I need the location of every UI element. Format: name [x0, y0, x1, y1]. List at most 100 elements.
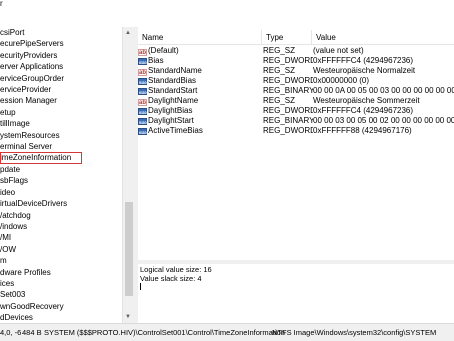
value-data-cell: 00 00 0A 00 05 00 03 00 00 00 00 00 00 0… [313, 86, 454, 95]
value-data-cell: 0x00000000 (0) [313, 76, 370, 85]
value-name-cell: 0110 StandardBias [138, 76, 262, 86]
status-hive-file: NTFS Image\Windows\system32\config\SYSTE… [272, 328, 437, 337]
list-rows: ab (Default) REG_SZ (value not set) 0110 Bias… [138, 46, 454, 136]
value-name-text: DaylightStart [148, 116, 194, 125]
value-type-cell: REG_SZ [263, 66, 296, 75]
scrollbar-thumb[interactable] [125, 202, 133, 296]
status-key-path: SYSTEM ($$$PROTO.HIV)\ControlSet001\Cont… [44, 328, 285, 337]
value-detail-pane[interactable]: Logical value size: 16 Value slack size:… [138, 264, 454, 323]
status-size: 484 B [22, 328, 42, 337]
string-value-icon: ab [138, 69, 147, 76]
value-data-cell: Westeuropäische Sommerzeit [313, 96, 420, 105]
tree-item[interactable]: ession Manager [0, 95, 122, 106]
value-data-cell: (value not set) [313, 46, 364, 55]
value-row[interactable]: 0110 DaylightBias REG_DWORD 0xFFFFFFC4 (429… [138, 106, 454, 116]
binary-value-icon: 0110 [138, 58, 147, 65]
tree-item[interactable]: ideo [0, 187, 122, 198]
value-data-cell: Westeuropäische Normalzeit [313, 66, 416, 75]
column-header-name[interactable]: Name [138, 30, 262, 45]
tree-item[interactable]: pdate [0, 164, 122, 175]
registry-key-tree[interactable]: csiPort ecurePipeServers ecurityProviders e… [0, 27, 122, 323]
value-name-text: Bias [148, 56, 164, 65]
scroll-up-icon[interactable]: ▲ [125, 30, 131, 36]
tree-item[interactable]: /MI [0, 232, 122, 243]
tree-item[interactable]: etup [0, 107, 122, 118]
value-type-cell: REG_SZ [263, 96, 296, 105]
tree-item[interactable]: m [0, 255, 122, 266]
value-name-text: (Default) [148, 46, 179, 55]
binary-value-icon: 0110 [138, 128, 147, 135]
value-name-cell: 0110 DaylightBias [138, 106, 262, 116]
tree-item[interactable]: wnGoodRecovery [0, 301, 122, 312]
value-row[interactable]: 0110 StandardStart REG_BINARY 00 00 0A 00 0… [138, 86, 454, 96]
tree-item[interactable]: ices [0, 278, 122, 289]
value-type-cell: REG_BINARY [263, 86, 313, 95]
value-name-text: StandardName [148, 66, 202, 75]
scroll-down-icon[interactable]: ▼ [125, 314, 131, 320]
tree-item[interactable]: ecurePipeServers [0, 38, 122, 49]
value-data-cell: 00 00 03 00 05 00 02 00 00 00 00 00 00 0… [313, 116, 454, 125]
tree-item[interactable]: tillImage [0, 118, 122, 129]
value-name-cell: ab (Default) [138, 46, 262, 56]
tree-item[interactable]: imeZoneInformation [0, 152, 82, 164]
value-row[interactable]: 0110 StandardBias REG_DWORD 0x00000000 (0) [138, 76, 454, 86]
value-name-text: ActiveTimeBias [148, 126, 203, 135]
value-type-cell: REG_DWORD [263, 56, 313, 65]
tree-item[interactable]: erver Applications [0, 61, 122, 72]
slack-size-text: Value slack size: 4 [140, 273, 202, 283]
tree-item[interactable]: ecurityProviders [0, 50, 122, 61]
value-type-cell: REG_DWORD [263, 126, 313, 135]
tree-item[interactable]: ystemResources [0, 130, 122, 141]
tree-scrollbar[interactable]: ▲ ▼ [122, 27, 134, 323]
binary-value-icon: 0110 [138, 88, 147, 95]
value-name-cell: 0110 Bias [138, 56, 262, 66]
tree-item[interactable]: Set003 [0, 289, 122, 300]
window-titlebar: r [0, 0, 454, 12]
value-row[interactable]: 0110 Bias REG_DWORD 0xFFFFFFC4 (4294967236) [138, 56, 454, 66]
value-row[interactable]: ab (Default) REG_SZ (value not set) [138, 46, 454, 56]
string-value-icon: ab [138, 49, 147, 56]
value-row[interactable]: ab DaylightName REG_SZ Westeuropäische Somm… [138, 96, 454, 106]
list-header: Name Type Value [138, 30, 454, 45]
value-name-cell: ab StandardName [138, 66, 262, 76]
tree-item[interactable]: dDevices [0, 312, 122, 323]
value-row[interactable]: 0110 DaylightStart REG_BINARY 00 00 03 00 0… [138, 116, 454, 126]
value-type-cell: REG_BINARY [263, 116, 313, 125]
value-type-cell: REG_SZ [263, 46, 296, 55]
string-value-icon: ab [138, 99, 147, 106]
value-type-cell: REG_DWORD [263, 76, 313, 85]
column-header-type[interactable]: Type [262, 30, 312, 45]
value-data-cell: 0xFFFFFF88 (4294967176) [313, 126, 412, 135]
tree-item[interactable]: irtualDeviceDrivers [0, 198, 122, 209]
value-name-cell: 0110 StandardStart [138, 86, 262, 96]
value-name-cell: 0110 ActiveTimeBias [138, 126, 262, 136]
value-name-text: StandardBias [148, 76, 197, 85]
column-header-value[interactable]: Value [312, 30, 454, 45]
tree-item[interactable]: erviceProvider [0, 84, 122, 95]
tree-item[interactable]: /atchdog [0, 210, 122, 221]
value-name-text: DaylightBias [148, 106, 193, 115]
value-name-text: StandardStart [148, 86, 198, 95]
tree-item[interactable]: dware Profiles [0, 267, 122, 278]
values-list[interactable]: Name Type Value ab (Default) REG_SZ (value … [138, 30, 454, 260]
value-data-cell: 0xFFFFFFC4 (4294967236) [313, 106, 414, 115]
binary-value-icon: 0110 [138, 78, 147, 85]
value-type-cell: REG_DWORD [263, 106, 313, 115]
binary-value-icon: 0110 [138, 108, 147, 115]
tree-item[interactable]: sbFlags [0, 175, 122, 186]
tree-item[interactable]: erminal Server [0, 141, 122, 152]
tree-item[interactable]: erviceGroupOrder [0, 73, 122, 84]
value-row[interactable]: 0110 ActiveTimeBias REG_DWORD 0xFFFFFF88 (4… [138, 126, 454, 136]
value-name-cell: 0110 DaylightStart [138, 116, 262, 126]
tree-item[interactable]: csiPort [0, 27, 122, 38]
value-row[interactable]: ab StandardName REG_SZ Westeuropäische Norm… [138, 66, 454, 76]
tree-item[interactable]: /OW [0, 244, 122, 255]
value-name-cell: ab DaylightName [138, 96, 262, 106]
text-caret [140, 283, 141, 290]
window-title: r [0, 0, 3, 8]
binary-value-icon: 0110 [138, 118, 147, 125]
status-position: 4,0, -6 [0, 328, 22, 337]
value-name-text: DaylightName [148, 96, 199, 105]
tree-item[interactable]: /indows [0, 221, 122, 232]
value-data-cell: 0xFFFFFFC4 (4294967236) [313, 56, 414, 65]
